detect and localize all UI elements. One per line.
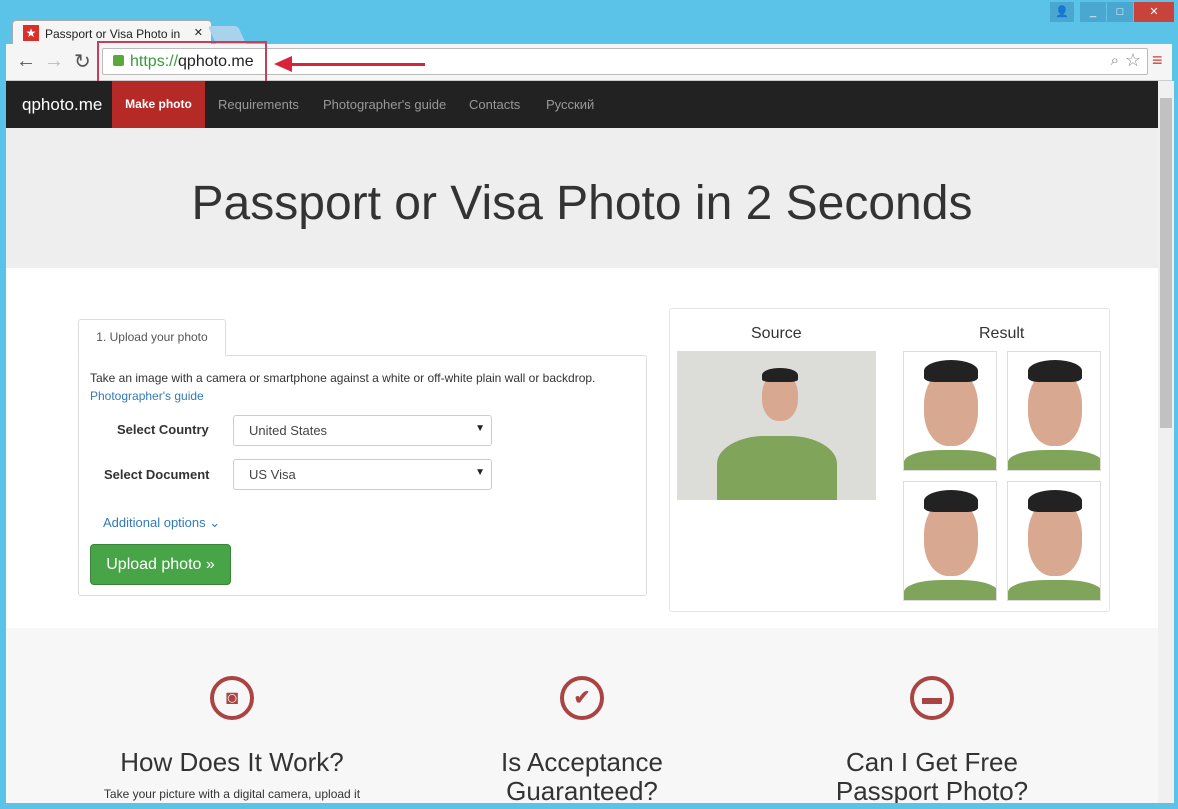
arrow-annotation xyxy=(290,63,425,66)
additional-options-link[interactable]: Additional options ⌄ xyxy=(103,515,220,531)
nav-contacts[interactable]: Contacts xyxy=(469,81,520,128)
bookmark-star-icon[interactable]: ☆ xyxy=(1125,50,1141,71)
feature-title: How Does It Work? xyxy=(120,747,344,777)
feature-text: Take your picture with a digital camera,… xyxy=(103,787,361,803)
country-select[interactable]: United States ▼ xyxy=(233,415,492,446)
upload-panel: Take an image with a camera or smartphon… xyxy=(78,355,647,596)
reload-icon[interactable]: ↻ xyxy=(74,49,91,74)
zoom-icon[interactable]: ⌕ xyxy=(1111,52,1119,69)
close-window-button[interactable]: ✕ xyxy=(1134,2,1174,22)
result-photo xyxy=(903,481,997,601)
instructions: Take an image with a camera or smartphon… xyxy=(90,371,596,385)
feature-acceptance: ✔ Is Acceptance Guaranteed? xyxy=(452,676,712,803)
feature-how-it-works: ◙ How Does It Work? Take your picture wi… xyxy=(102,676,362,803)
check-circle-icon: ✔ xyxy=(560,676,604,720)
source-photo xyxy=(677,351,876,500)
tab-close-icon[interactable]: ✕ xyxy=(194,26,203,39)
caret-down-icon: ▼ xyxy=(475,423,485,434)
country-label: Select Country xyxy=(117,422,209,437)
page-content: Passport or Visa Photo in 2 Seconds 1. U… xyxy=(6,128,1158,803)
site-navbar: qphoto.me Make photo Requirements Photog… xyxy=(6,81,1158,128)
hero: Passport or Visa Photo in 2 Seconds xyxy=(6,128,1158,268)
brand-logo[interactable]: qphoto.me xyxy=(22,81,102,128)
credit-card-icon: ▬ xyxy=(910,676,954,720)
photographers-guide-link[interactable]: Photographer's guide xyxy=(90,389,204,403)
nav-requirements[interactable]: Requirements xyxy=(218,81,299,128)
document-label: Select Document xyxy=(104,467,210,482)
result-photo xyxy=(903,351,997,471)
nav-photographers-guide[interactable]: Photographer's guide xyxy=(323,81,446,128)
source-label: Source xyxy=(751,325,802,342)
document-select[interactable]: US Visa ▼ xyxy=(233,459,492,490)
document-value: US Visa xyxy=(249,467,296,482)
scrollbar[interactable] xyxy=(1158,81,1174,803)
result-photo xyxy=(1007,351,1101,471)
preview-panel: Source Result xyxy=(669,308,1110,612)
nav-russian[interactable]: Русский xyxy=(546,81,594,128)
forward-icon[interactable]: → xyxy=(44,50,64,73)
feature-title: Is Acceptance Guaranteed? xyxy=(501,747,663,804)
menu-icon[interactable]: ≡ xyxy=(1152,50,1163,71)
tab-upload-photo[interactable]: 1. Upload your photo xyxy=(78,319,226,356)
minimize-button[interactable]: _ xyxy=(1080,2,1106,22)
back-icon[interactable]: ← xyxy=(16,50,36,73)
favicon-star-icon: ★ xyxy=(23,25,39,41)
result-photo xyxy=(1007,481,1101,601)
user-icon[interactable]: 👤 xyxy=(1050,2,1074,22)
maximize-button[interactable]: □ xyxy=(1107,2,1133,22)
camera-icon: ◙ xyxy=(210,676,254,720)
arrow-head xyxy=(274,56,292,72)
country-value: United States xyxy=(249,423,328,438)
hero-title: Passport or Visa Photo in 2 Seconds xyxy=(191,177,973,230)
scrollbar-thumb[interactable] xyxy=(1160,98,1172,428)
feature-free-photo: ▬ Can I Get Free Passport Photo? xyxy=(802,676,1062,803)
result-label: Result xyxy=(979,325,1025,342)
additional-options-label: Additional options xyxy=(103,515,206,530)
tab-title: Passport or Visa Photo in xyxy=(45,27,181,41)
chevron-down-icon: ⌄ xyxy=(209,515,221,530)
feature-title: Can I Get Free Passport Photo? xyxy=(835,747,1029,804)
caret-down-icon: ▼ xyxy=(475,467,485,478)
nav-make-photo[interactable]: Make photo xyxy=(112,81,205,128)
upload-photo-button[interactable]: Upload photo » xyxy=(90,544,231,585)
